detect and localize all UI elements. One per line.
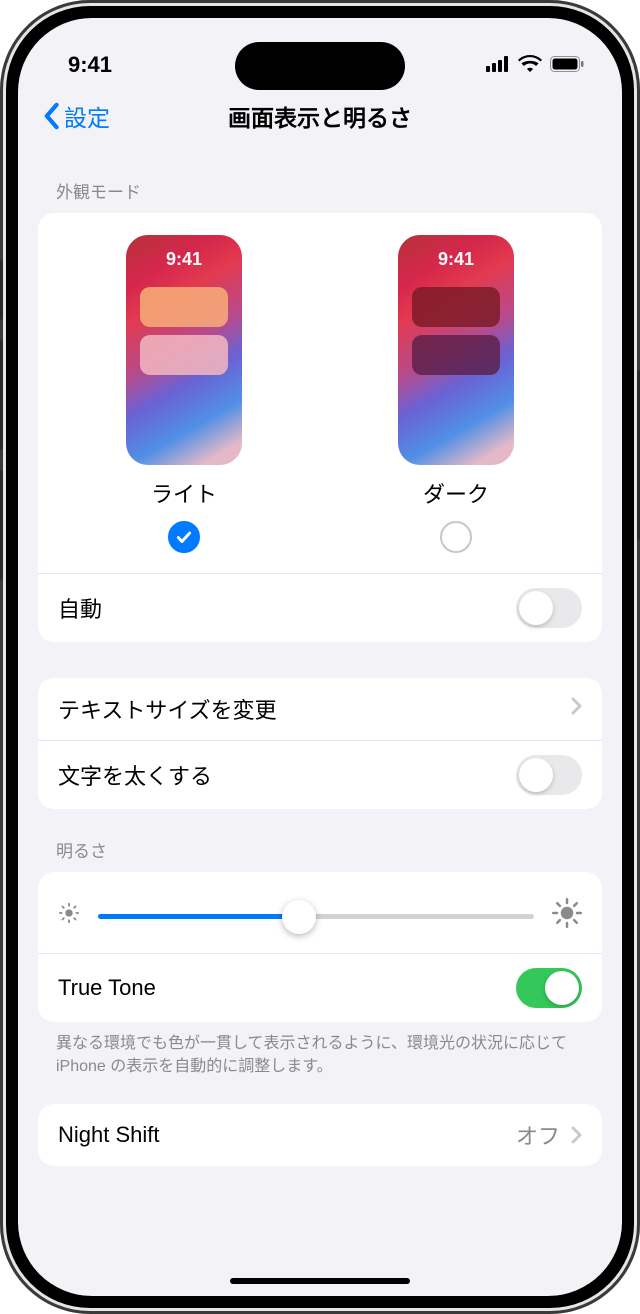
cellular-icon xyxy=(486,52,510,78)
text-size-label: テキストサイズを変更 xyxy=(58,693,277,725)
toggle-true-tone[interactable] xyxy=(516,968,582,1008)
wifi-icon xyxy=(518,52,542,78)
chevron-right-icon xyxy=(570,696,582,722)
page-title: 画面表示と明るさ xyxy=(228,99,412,133)
navbar: 設定 画面表示と明るさ xyxy=(18,88,622,144)
night-shift-label: Night Shift xyxy=(58,1122,160,1148)
light-preview: 9:41 xyxy=(126,235,242,465)
night-shift-value: オフ xyxy=(516,1119,560,1151)
back-label: 設定 xyxy=(64,99,110,133)
battery-icon xyxy=(550,52,584,78)
text-card: テキストサイズを変更 文字を太くする xyxy=(38,678,602,809)
brightness-slider-row xyxy=(38,872,602,953)
night-shift-card: Night Shift オフ xyxy=(38,1104,602,1166)
status-time: 9:41 xyxy=(68,52,112,78)
content[interactable]: 外観モード 9:41 ライト xyxy=(18,144,622,1296)
toggle-bold[interactable] xyxy=(516,755,582,795)
appearance-option-light[interactable]: 9:41 ライト xyxy=(126,235,242,553)
row-bold-text: 文字を太くする xyxy=(38,740,602,809)
screen: 9:41 設定 画面表示と明るさ 外観モード xyxy=(18,18,622,1296)
sun-max-icon xyxy=(552,898,582,933)
sun-min-icon xyxy=(58,902,80,929)
true-tone-footer: 異なる環境でも色が一貫して表示されるように、環境光の状況に応じて iPhone … xyxy=(38,1022,602,1082)
section-header-brightness: 明るさ xyxy=(38,809,602,872)
side-button xyxy=(0,260,3,320)
true-tone-label: True Tone xyxy=(58,975,156,1001)
section-header-appearance: 外観モード xyxy=(38,150,602,213)
brightness-slider[interactable] xyxy=(98,899,534,933)
chevron-right-icon xyxy=(570,1125,582,1145)
appearance-card: 9:41 ライト 9:41 ダーク xyxy=(38,213,602,642)
dark-label: ダーク xyxy=(423,477,489,509)
side-button xyxy=(0,340,3,450)
side-button xyxy=(0,470,3,580)
appearance-option-dark[interactable]: 9:41 ダーク xyxy=(398,235,514,553)
light-label: ライト xyxy=(151,477,217,509)
home-indicator[interactable] xyxy=(230,1278,410,1284)
device-frame: 9:41 設定 画面表示と明るさ 外観モード xyxy=(0,0,640,1314)
dynamic-island xyxy=(235,42,405,90)
radio-light[interactable] xyxy=(168,521,200,553)
toggle-auto[interactable] xyxy=(516,588,582,628)
row-true-tone: True Tone xyxy=(38,953,602,1022)
row-auto: 自動 xyxy=(38,573,602,642)
back-button[interactable]: 設定 xyxy=(42,99,110,133)
row-text-size[interactable]: テキストサイズを変更 xyxy=(38,678,602,740)
chevron-left-icon xyxy=(42,102,60,130)
auto-label: 自動 xyxy=(58,592,102,624)
brightness-card: True Tone xyxy=(38,872,602,1022)
bold-label: 文字を太くする xyxy=(58,759,212,791)
check-icon xyxy=(175,528,193,546)
dark-preview: 9:41 xyxy=(398,235,514,465)
appearance-selector: 9:41 ライト 9:41 ダーク xyxy=(38,213,602,573)
radio-dark[interactable] xyxy=(440,521,472,553)
row-night-shift[interactable]: Night Shift オフ xyxy=(38,1104,602,1166)
